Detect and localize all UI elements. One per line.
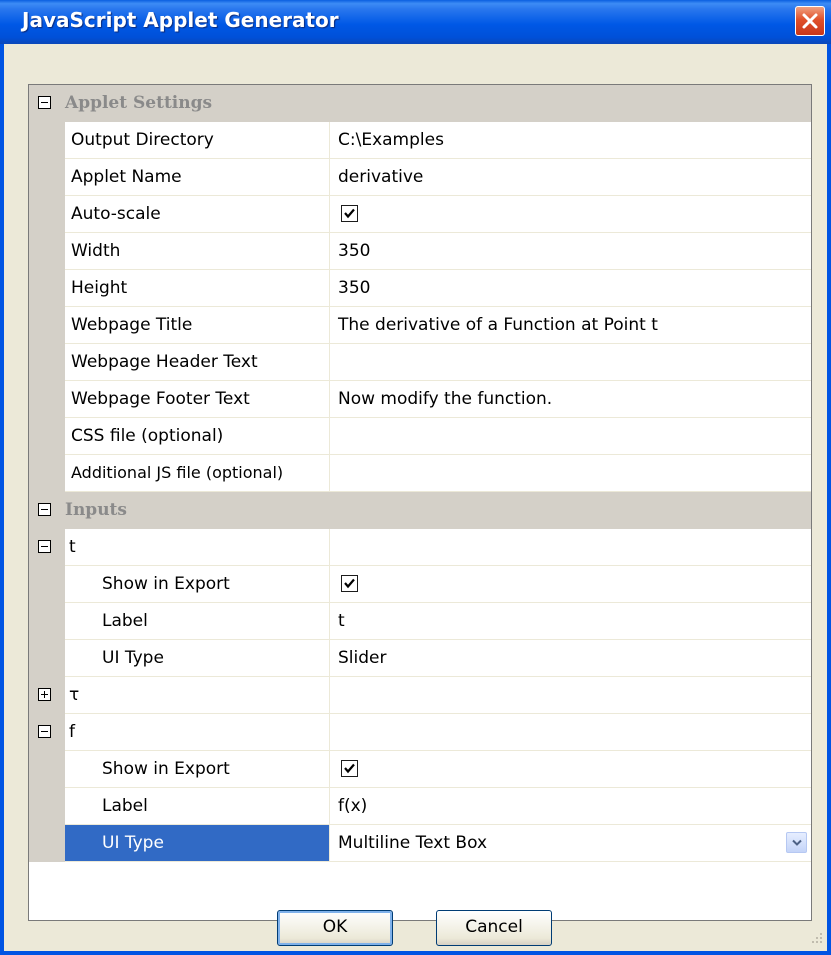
collapse-icon[interactable] (38, 503, 51, 516)
property-row-output-directory[interactable]: Output Directory C:\Examples (29, 122, 811, 159)
property-row-f-label[interactable]: Label f(x) (29, 788, 811, 825)
property-name: Width (71, 241, 121, 261)
group-name: t (69, 537, 76, 557)
ui-type-dropdown[interactable]: Multiline Text Box (330, 825, 811, 862)
property-value[interactable]: Now modify the function. (330, 381, 811, 418)
resize-grip-icon[interactable] (810, 931, 824, 945)
property-value[interactable]: Slider (330, 640, 811, 677)
dropdown-value: Multiline Text Box (338, 833, 488, 853)
chevron-down-icon (792, 839, 802, 846)
property-name: Applet Name (71, 167, 182, 187)
property-name: Label (102, 611, 148, 631)
dropdown-button[interactable] (786, 832, 807, 853)
dialog-window: JavaScript Applet Generator Applet Setti… (0, 0, 831, 955)
property-value[interactable] (330, 455, 811, 492)
property-value[interactable]: The derivative of a Function at Point t (330, 307, 811, 344)
checkmark-icon (344, 578, 355, 589)
property-value[interactable]: C:\Examples (330, 122, 811, 159)
property-name: Webpage Header Text (71, 352, 258, 372)
f-show-in-export-checkbox[interactable] (341, 760, 358, 777)
property-value[interactable] (330, 344, 811, 381)
property-row-applet-name[interactable]: Applet Name derivative (29, 159, 811, 196)
property-name: Webpage Footer Text (71, 389, 250, 409)
property-row-f-show-in-export[interactable]: Show in Export (29, 751, 811, 788)
close-button[interactable] (795, 6, 825, 36)
property-name: CSS file (optional) (71, 426, 224, 446)
category-label: Applet Settings (65, 93, 213, 113)
category-inputs[interactable]: Inputs (29, 492, 811, 529)
checkmark-icon (344, 208, 355, 219)
property-row-webpage-footer-text[interactable]: Webpage Footer Text Now modify the funct… (29, 381, 811, 418)
property-row-width[interactable]: Width 350 (29, 233, 811, 270)
property-name: Show in Export (102, 574, 230, 594)
property-value[interactable]: 350 (330, 233, 811, 270)
property-row-t-ui-type[interactable]: UI Type Slider (29, 640, 811, 677)
property-name: UI Type (102, 648, 164, 668)
property-row-css-file[interactable]: CSS file (optional) (29, 418, 811, 455)
property-name: Label (102, 796, 148, 816)
dialog-client-area: Applet Settings Output Directory C:\Exam… (4, 44, 827, 951)
property-row-t-show-in-export[interactable]: Show in Export (29, 566, 811, 603)
category-applet-settings[interactable]: Applet Settings (29, 85, 811, 122)
collapse-icon[interactable] (38, 96, 51, 109)
title-bar[interactable]: JavaScript Applet Generator (0, 0, 831, 44)
group-name: f (69, 722, 75, 742)
window-title: JavaScript Applet Generator (22, 8, 339, 32)
property-row-t-label[interactable]: Label t (29, 603, 811, 640)
property-group-t[interactable]: t (29, 529, 811, 566)
ok-button[interactable]: OK (277, 910, 393, 946)
property-name: Show in Export (102, 759, 230, 779)
property-row-f-ui-type[interactable]: UI Type Multiline Text Box (29, 825, 811, 862)
property-grid[interactable]: Applet Settings Output Directory C:\Exam… (28, 84, 812, 921)
property-value[interactable]: f(x) (330, 788, 811, 825)
property-row-additional-js-file[interactable]: Additional JS file (optional) (29, 455, 811, 492)
property-name: Webpage Title (71, 315, 193, 335)
property-value[interactable]: t (330, 603, 811, 640)
property-value[interactable] (330, 418, 811, 455)
property-name: Additional JS file (optional) (71, 463, 284, 482)
t-show-in-export-checkbox[interactable] (341, 575, 358, 592)
property-value[interactable]: 350 (330, 270, 811, 307)
property-name: UI Type (102, 833, 164, 853)
property-name: Output Directory (71, 130, 214, 150)
expand-icon[interactable] (38, 688, 51, 701)
close-icon (802, 13, 818, 29)
property-row-auto-scale[interactable]: Auto-scale (29, 196, 811, 233)
property-row-webpage-header-text[interactable]: Webpage Header Text (29, 344, 811, 381)
collapse-icon[interactable] (38, 725, 51, 738)
auto-scale-checkbox[interactable] (341, 205, 358, 222)
collapse-icon[interactable] (38, 540, 51, 553)
property-name: Auto-scale (71, 204, 161, 224)
checkmark-icon (344, 763, 355, 774)
property-value[interactable]: derivative (330, 159, 811, 196)
property-row-webpage-title[interactable]: Webpage Title The derivative of a Functi… (29, 307, 811, 344)
property-group-tau[interactable]: τ (29, 677, 811, 714)
property-row-height[interactable]: Height 350 (29, 270, 811, 307)
cancel-button[interactable]: Cancel (436, 910, 552, 946)
property-group-f[interactable]: f (29, 714, 811, 751)
group-name: τ (69, 685, 80, 705)
property-name: Height (71, 278, 128, 298)
category-label: Inputs (65, 500, 127, 520)
